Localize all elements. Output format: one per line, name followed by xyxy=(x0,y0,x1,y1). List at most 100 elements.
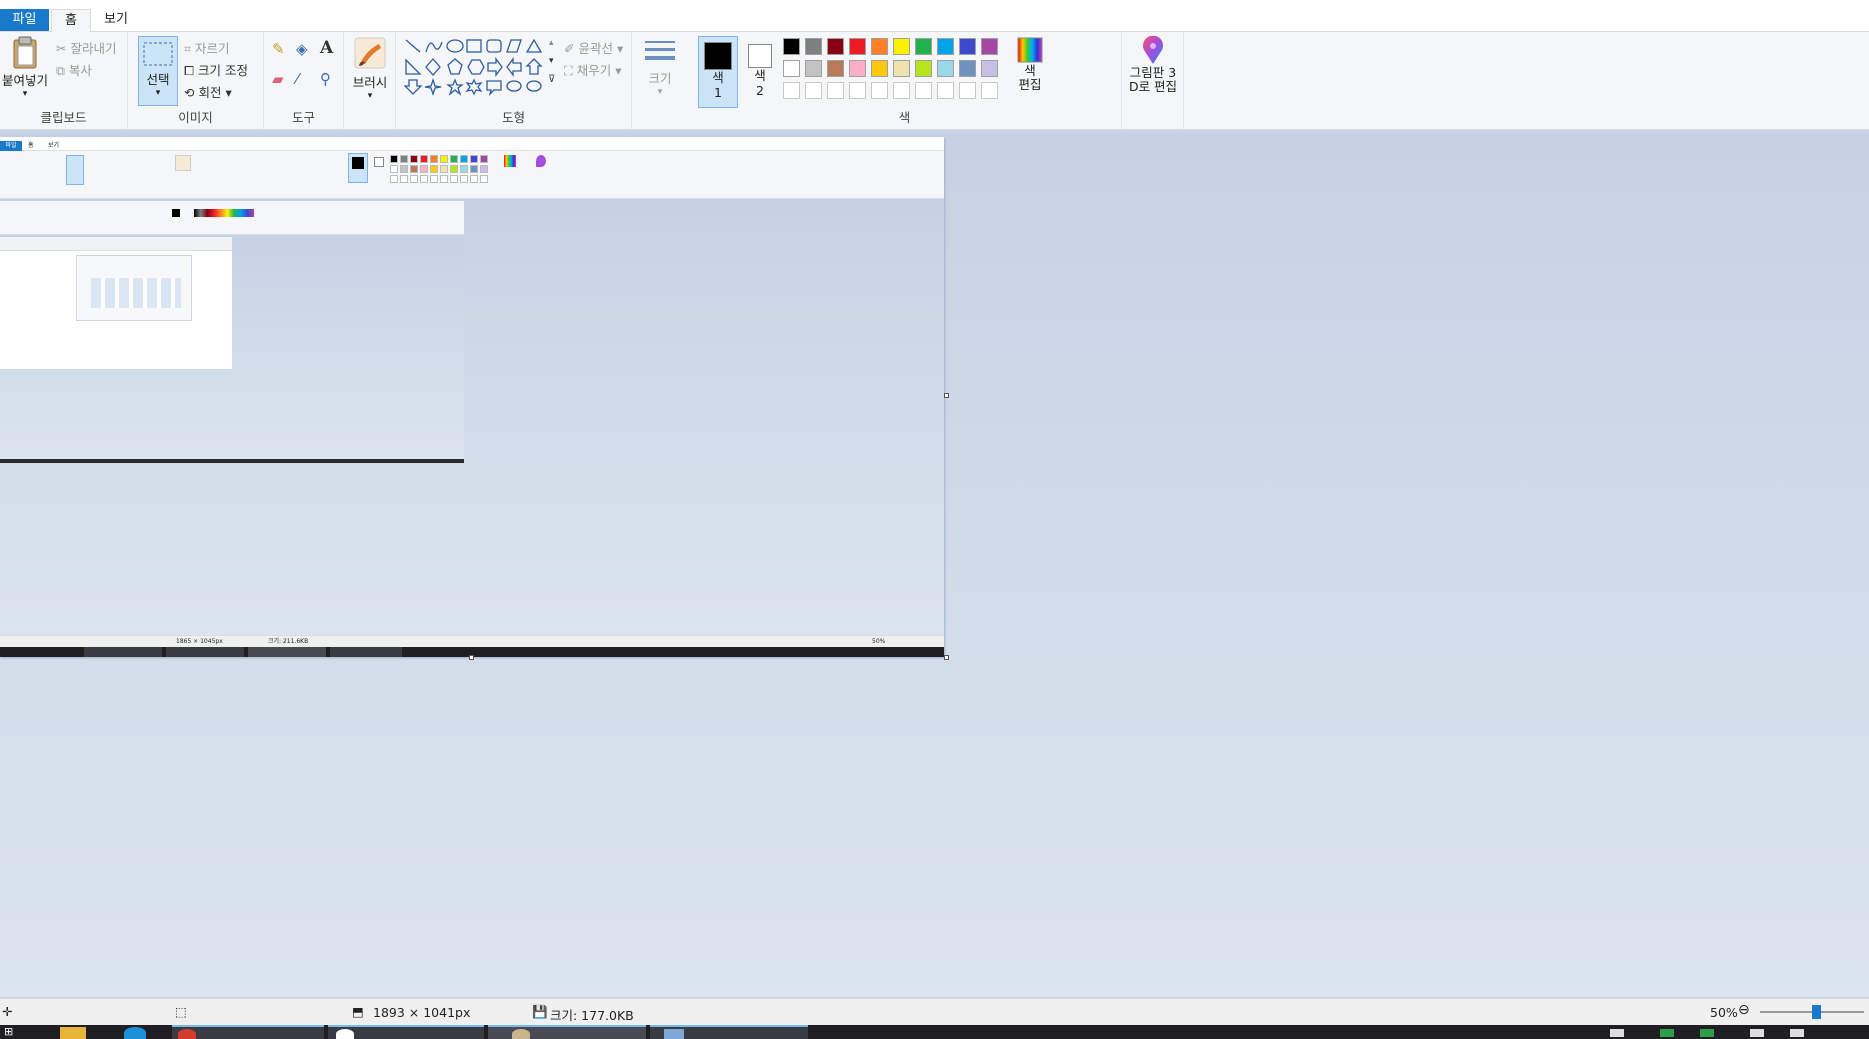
tray-icon[interactable] xyxy=(1660,1029,1674,1037)
custom-color-slot[interactable] xyxy=(783,82,800,99)
color2-button[interactable]: 색 2 xyxy=(742,36,778,108)
palette-swatch[interactable] xyxy=(805,60,822,77)
nested-ribbon xyxy=(0,151,944,199)
magnifier-icon[interactable]: ⚲ xyxy=(320,70,331,88)
palette-swatch[interactable] xyxy=(783,38,800,55)
fill-button[interactable]: ⛶ 채우기 ▾ xyxy=(564,60,622,79)
tray-icon[interactable] xyxy=(1790,1029,1804,1037)
nested-statusbar: 1865 × 1045px 크기: 211.6KB 50% xyxy=(0,635,944,647)
canvas-resize-handle-corner[interactable] xyxy=(944,655,949,660)
palette-swatch[interactable] xyxy=(871,38,888,55)
custom-color-slot[interactable] xyxy=(937,82,954,99)
file-explorer-icon[interactable] xyxy=(60,1027,86,1039)
palette-swatch[interactable] xyxy=(937,60,954,77)
fill-bucket-icon[interactable]: ◈ xyxy=(296,40,308,58)
nested-palette-swatch xyxy=(410,175,418,183)
taskbar-app-item[interactable] xyxy=(172,1025,324,1039)
status-bar: ✛ ⬚ ⬒ 1893 × 1041px 💾 크기: 177.0KB 50% ⊖ xyxy=(0,998,1869,1025)
custom-color-slot[interactable] xyxy=(915,82,932,99)
palette-swatch[interactable] xyxy=(915,60,932,77)
palette-swatch[interactable] xyxy=(871,60,888,77)
zoom-out-button[interactable]: ⊖ xyxy=(1738,1002,1750,1018)
nested-color2 xyxy=(374,157,384,167)
pencil-icon[interactable]: ✎ xyxy=(272,40,285,58)
drawing-canvas[interactable]: 파일 홈 보기 1865 × 1045px 크기: 211.6KB 50% xyxy=(0,137,944,657)
palette-swatch[interactable] xyxy=(827,38,844,55)
status-file-size: 크기: 177.0KB xyxy=(550,1008,634,1023)
zoom-slider-track[interactable] xyxy=(1760,1005,1864,1019)
shapes-more-button[interactable]: ⊽ xyxy=(548,74,555,85)
palette-swatch[interactable] xyxy=(937,38,954,55)
shapes-gallery[interactable] xyxy=(404,38,564,98)
eraser-icon[interactable]: ▰ xyxy=(272,70,284,88)
tab-view[interactable]: 보기 xyxy=(93,9,139,31)
cut-button[interactable]: ✂ 잘라내기 xyxy=(56,38,116,57)
shapes-scroll-down[interactable]: ▾ xyxy=(549,56,554,66)
nested2-palette xyxy=(194,209,254,217)
windows-start-icon[interactable]: ⊞ xyxy=(4,1025,13,1039)
palette-swatch[interactable] xyxy=(981,38,998,55)
zoom-slider-thumb[interactable] xyxy=(1812,1005,1821,1019)
custom-color-slot[interactable] xyxy=(827,82,844,99)
paint3d-label: 그림판 3 D로 편집 xyxy=(1128,65,1178,94)
taskbar-app-item[interactable] xyxy=(328,1025,484,1039)
color2-label: 색 2 xyxy=(754,68,766,98)
tray-icon[interactable] xyxy=(1750,1029,1764,1037)
crop-button[interactable]: ⌗ 자르기 xyxy=(184,38,230,57)
nested-palette-swatch xyxy=(420,155,428,163)
nested-select-button xyxy=(66,155,84,185)
image-group-label: 이미지 xyxy=(178,110,213,125)
tab-file[interactable]: 파일 xyxy=(0,9,49,31)
palette-swatch[interactable] xyxy=(959,38,976,55)
palette-swatch[interactable] xyxy=(981,60,998,77)
browser-icon[interactable] xyxy=(124,1027,146,1039)
tray-icon[interactable] xyxy=(1700,1029,1714,1037)
custom-color-slot[interactable] xyxy=(959,82,976,99)
palette-swatch[interactable] xyxy=(805,38,822,55)
brushes-button[interactable]: 브러시 ▾ xyxy=(348,36,392,101)
canvas-resize-handle-right[interactable] xyxy=(944,393,949,398)
taskbar-app-item[interactable] xyxy=(488,1025,646,1039)
edit-colors-button[interactable]: 색 편집 xyxy=(1008,36,1052,92)
brushes-group: 브러시 ▾ xyxy=(344,32,396,130)
nested2-taskbar xyxy=(0,459,464,463)
color2-swatch xyxy=(748,44,772,68)
palette-swatch[interactable] xyxy=(959,60,976,77)
select-button[interactable]: 선택 ▾ xyxy=(138,36,178,106)
color-picker-icon[interactable]: ⁄ xyxy=(296,70,299,88)
color-palette xyxy=(783,38,1005,102)
tray-icon[interactable] xyxy=(1610,1029,1624,1037)
palette-swatch[interactable] xyxy=(893,38,910,55)
nested-palette-swatch xyxy=(400,155,408,163)
custom-color-slot[interactable] xyxy=(805,82,822,99)
size-button[interactable]: 크기 ▾ xyxy=(640,38,680,97)
nested-tab-home: 홈 xyxy=(28,142,34,149)
nested-taskbar-item xyxy=(84,647,162,657)
rotate-button[interactable]: ⟲ 회전 ▾ xyxy=(184,82,232,101)
line-width-icon xyxy=(645,41,675,60)
palette-swatch[interactable] xyxy=(849,38,866,55)
shapes-scroll-up[interactable]: ▴ xyxy=(549,38,554,48)
palette-swatch[interactable] xyxy=(827,60,844,77)
text-icon[interactable]: A xyxy=(320,38,333,58)
resize-button[interactable]: ⧠ 크기 조정 xyxy=(184,60,248,79)
nested-palette-swatch xyxy=(480,165,488,173)
color1-button[interactable]: 색 1 xyxy=(698,36,738,108)
palette-swatch[interactable] xyxy=(915,38,932,55)
taskbar-app-item-paint[interactable] xyxy=(650,1025,808,1039)
select-label: 선택 xyxy=(146,72,170,87)
custom-color-slot[interactable] xyxy=(981,82,998,99)
brush-icon xyxy=(354,37,386,69)
edit-with-paint3d-button[interactable]: 그림판 3 D로 편집 xyxy=(1124,36,1182,94)
custom-color-slot[interactable] xyxy=(871,82,888,99)
palette-swatch[interactable] xyxy=(893,60,910,77)
palette-swatch[interactable] xyxy=(783,60,800,77)
custom-color-slot[interactable] xyxy=(849,82,866,99)
outline-button[interactable]: ✐ 윤곽선 ▾ xyxy=(564,38,623,57)
custom-color-slot[interactable] xyxy=(893,82,910,99)
palette-swatch[interactable] xyxy=(849,60,866,77)
paste-button[interactable]: 붙여넣기 ▾ xyxy=(0,36,50,99)
tab-home[interactable]: 홈 xyxy=(51,9,91,33)
copy-button[interactable]: ⧉ 복사 xyxy=(56,60,92,79)
canvas-resize-handle-bottom[interactable] xyxy=(469,655,474,660)
